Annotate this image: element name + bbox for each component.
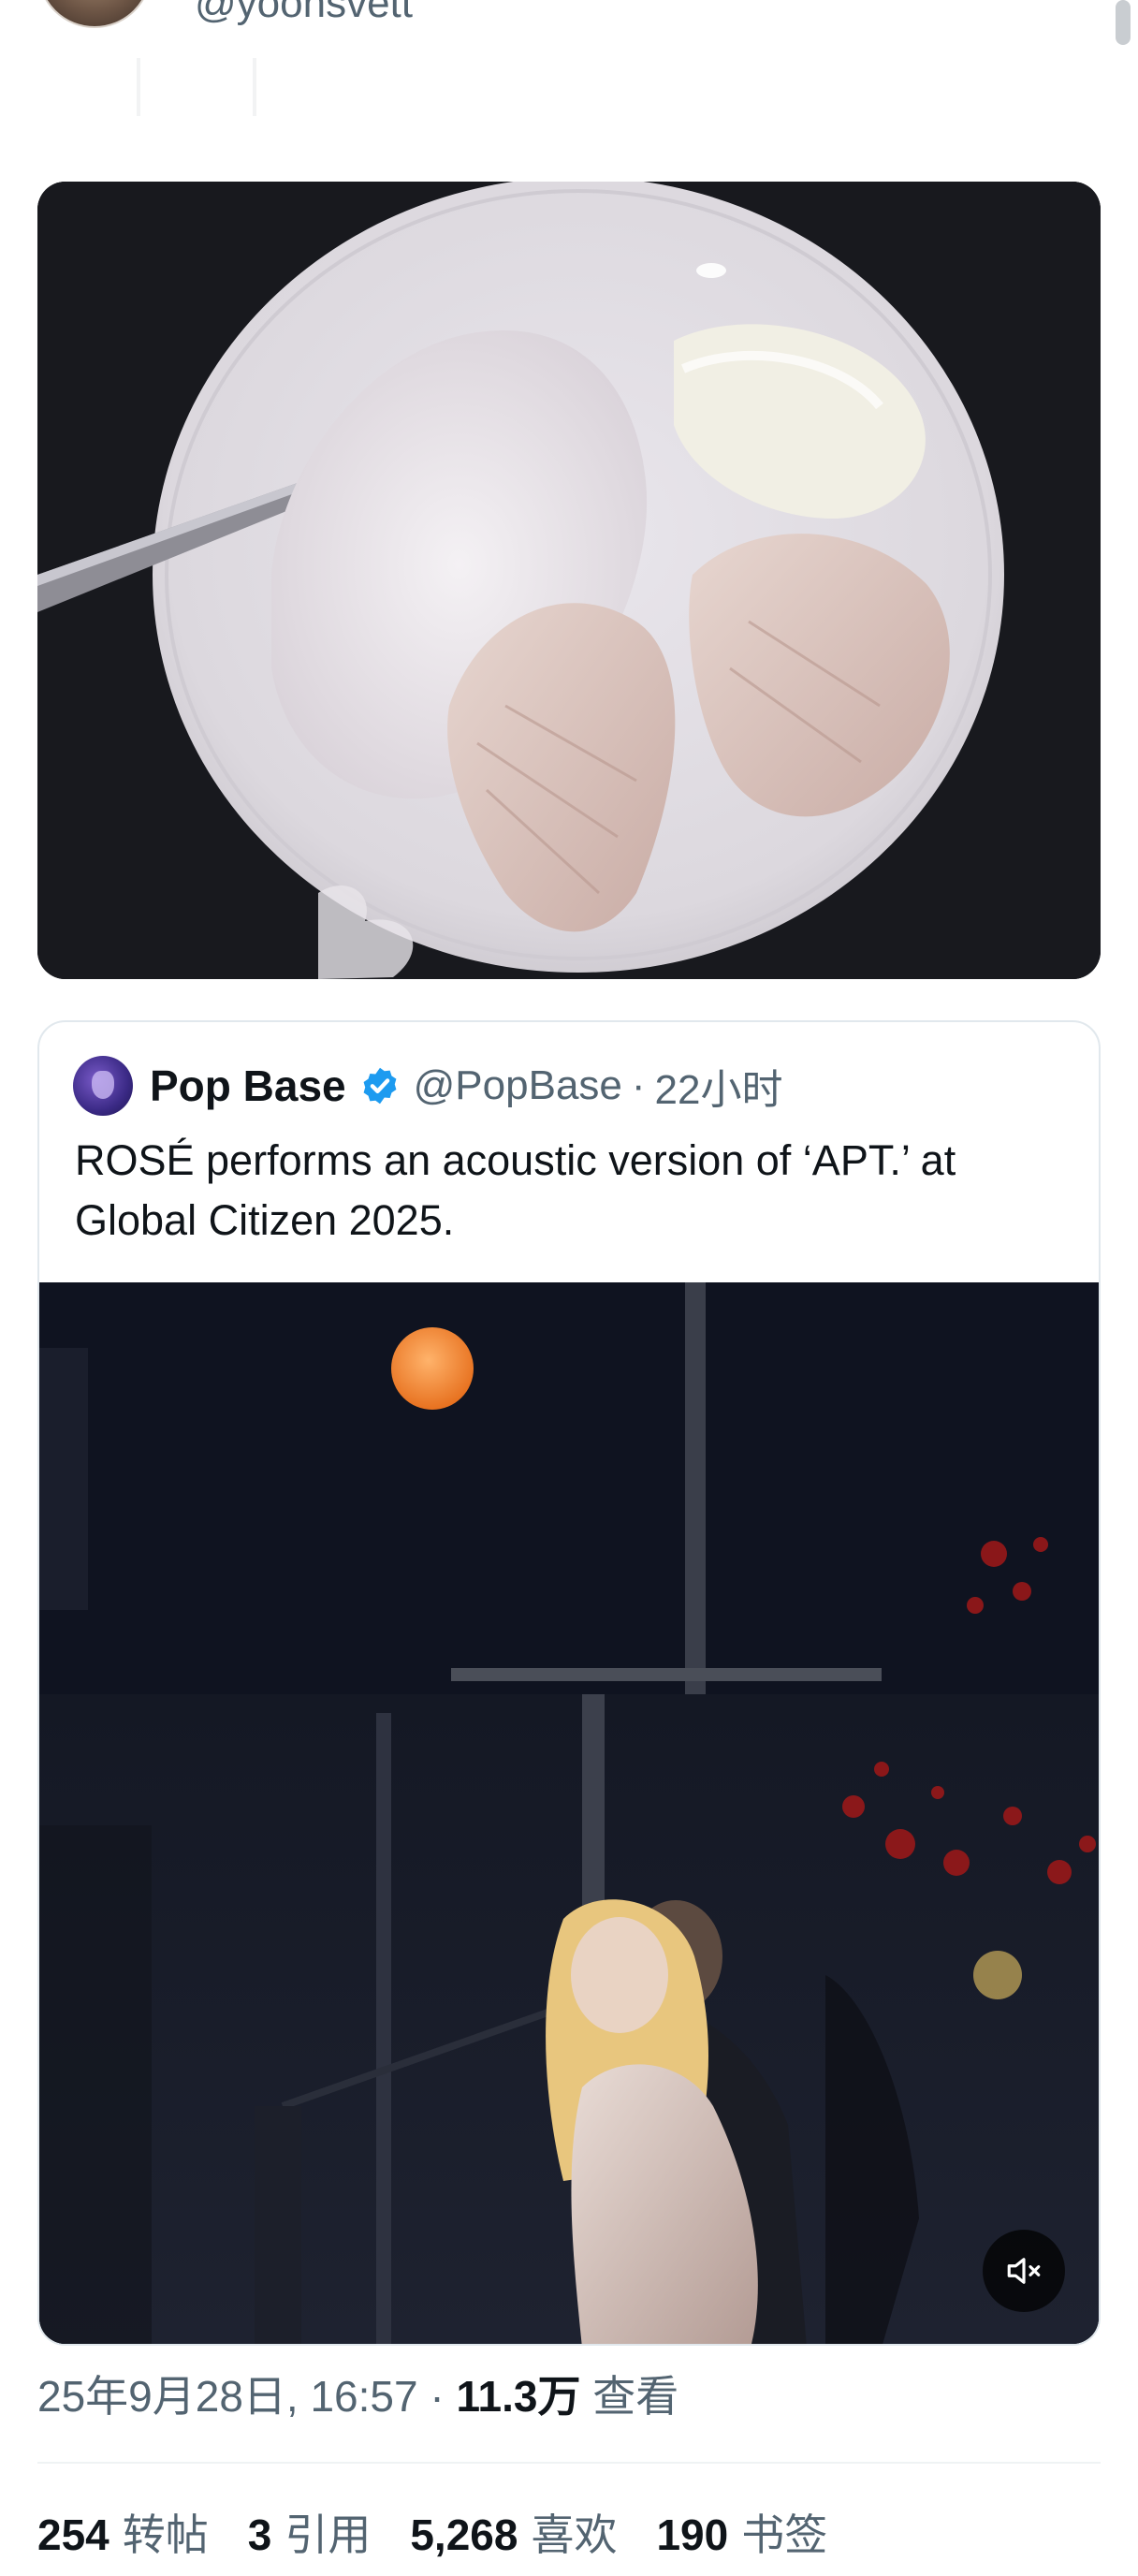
concert-performance-video-frame: [39, 1282, 1099, 2344]
mute-button[interactable]: [983, 2230, 1065, 2312]
tweet-photo[interactable]: [37, 182, 1101, 979]
separator-dot: ·: [430, 2372, 445, 2421]
view-count: 11.3万: [456, 2372, 581, 2421]
muted-speaker-icon: [1007, 2258, 1041, 2284]
stat-label: 引用: [284, 2510, 372, 2559]
faded-mark: [253, 58, 256, 116]
plate-of-rice-and-chicken-image: [37, 182, 1101, 979]
stat-number: 254: [37, 2510, 109, 2559]
stat-number: 3: [247, 2510, 272, 2559]
view-count-label: 查看: [592, 2372, 679, 2421]
author-avatar[interactable]: [37, 0, 152, 28]
stat-label: 转帖: [122, 2510, 209, 2559]
stat-number: 5,268: [410, 2510, 518, 2559]
stat-quotes[interactable]: 3 引用: [248, 2501, 372, 2563]
verified-badge-icon: [363, 1067, 397, 1105]
divider: [37, 2462, 1101, 2464]
separator-dot: ·: [631, 1062, 646, 1108]
stat-label: 书签: [741, 2510, 828, 2559]
quoted-tweet-text: ROSÉ performs an acoustic version of ‘AP…: [75, 1136, 956, 1244]
quoted-tweet-header: Pop Base @PopBase · 22小时: [73, 1056, 783, 1116]
stat-bookmarks[interactable]: 190 书签: [656, 2501, 827, 2563]
tweet-timestamp[interactable]: 25年9月28日, 16:57: [37, 2372, 418, 2421]
author-handle[interactable]: @yoonsvett: [195, 0, 413, 24]
scrollbar-thumb[interactable]: [1116, 0, 1131, 45]
quoted-tweet-card[interactable]: Pop Base @PopBase · 22小时 ROSÉ performs a…: [37, 1020, 1101, 2346]
quoted-tweet-video[interactable]: [39, 1282, 1099, 2344]
tweet-author-strip: @yoonsvett: [0, 0, 1138, 116]
quoted-author-name[interactable]: Pop Base: [150, 1061, 346, 1111]
stat-likes[interactable]: 5,268 喜欢: [410, 2501, 617, 2563]
quoted-author-avatar[interactable]: [73, 1056, 133, 1116]
stat-reposts[interactable]: 254 转帖: [37, 2501, 209, 2563]
quoted-tweet-time[interactable]: 22小时: [655, 1056, 783, 1116]
quoted-author-handle[interactable]: @PopBase: [414, 1062, 622, 1109]
tweet-meta: 25年9月28日, 16:57 · 11.3万 查看: [37, 2368, 678, 2424]
stat-number: 190: [656, 2510, 729, 2559]
engagement-stats: 254 转帖 3 引用 5,268 喜欢 190 书签: [37, 2499, 867, 2565]
stat-label: 喜欢: [531, 2510, 618, 2559]
faded-mark: [137, 58, 140, 116]
